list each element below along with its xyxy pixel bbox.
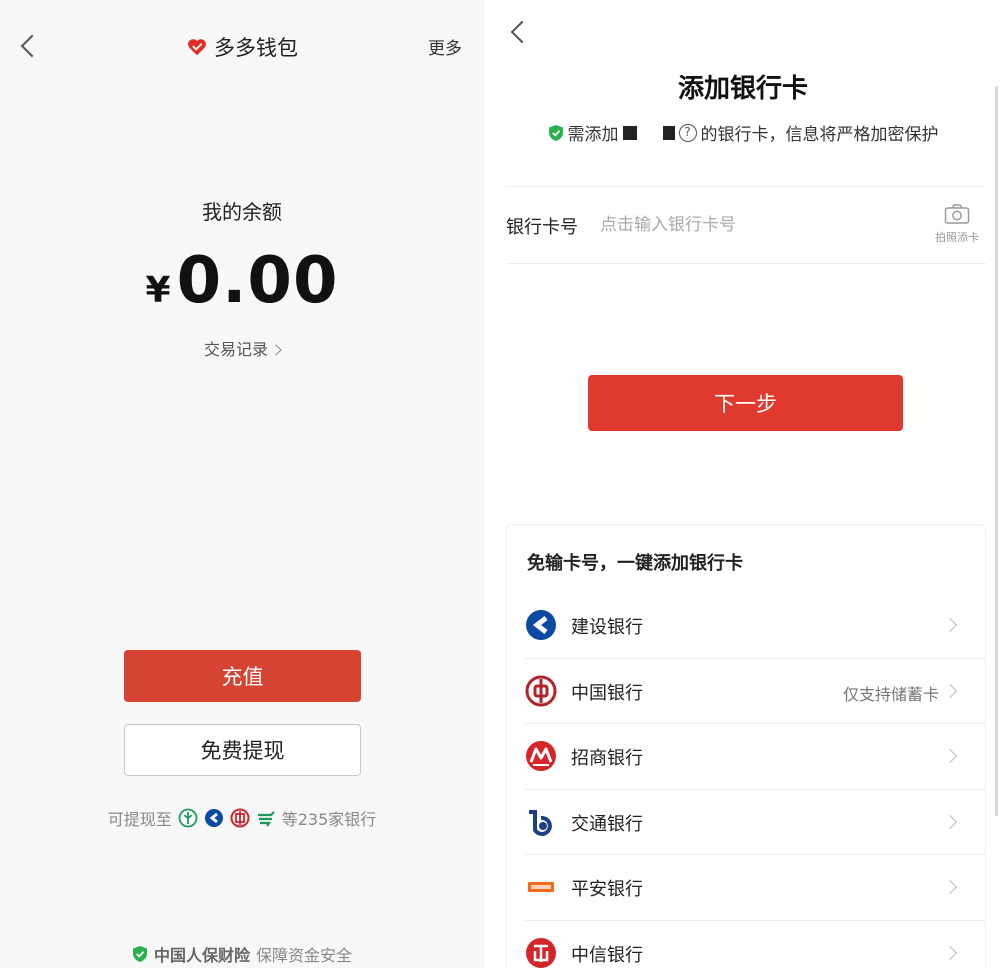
bank-note: 仅支持储蓄卡 xyxy=(842,684,939,704)
wallet-title-text: 多多钱包 xyxy=(214,36,298,60)
page-title: 添加银行卡 xyxy=(677,74,808,104)
bank-item-pingan[interactable]: 平安银行 xyxy=(525,855,985,921)
wallet-screen: 多多钱包 更多 我的余额 ¥ 0.00 交易记录 充值 免费提现 可提现至 等2… xyxy=(0,0,484,968)
bank-list: 建设银行 中国银行 仅支持储蓄卡 招商银行 交通银行 平安银行 中信银行 xyxy=(507,593,985,968)
quick-add-panel: 免输卡号，一键添加银行卡 建设银行 中国银行 仅支持储蓄卡 招商银行 交通银行 … xyxy=(506,524,986,968)
transactions-link-label: 交易记录 xyxy=(203,340,268,359)
redacted-name-block xyxy=(622,125,637,140)
ccb-logo-icon xyxy=(526,610,556,640)
icbc-bank-icon xyxy=(230,808,250,828)
next-button[interactable]: 下一步 xyxy=(588,375,903,431)
pingan-logo-icon xyxy=(528,882,554,892)
quick-add-title: 免输卡号，一键添加银行卡 xyxy=(527,553,743,574)
chevron-right-icon xyxy=(942,748,958,764)
ccb-bank-icon xyxy=(204,809,223,827)
bank-name: 建设银行 xyxy=(571,617,643,638)
chevron-right-icon xyxy=(942,945,958,960)
shield-icon xyxy=(548,124,563,141)
more-button[interactable]: 更多 xyxy=(428,34,462,59)
add-card-screen: 添加银行卡 需添加 ? 的银行卡，信息将严格加密保护 银行卡号 拍照添卡 下一步… xyxy=(500,0,1000,968)
chevron-right-icon xyxy=(270,344,282,356)
wallet-top-bar: 多多钱包 更多 xyxy=(0,18,484,74)
chevron-right-icon xyxy=(942,879,958,895)
heart-logo-icon xyxy=(188,39,206,56)
redacted-name-block xyxy=(662,125,675,140)
cmb-logo-icon xyxy=(526,741,556,771)
balance-value: 0.00 xyxy=(176,244,339,318)
bank-name: 交通银行 xyxy=(571,813,643,835)
photo-add-card-label: 拍照添卡 xyxy=(935,231,979,244)
bocom-logo-icon xyxy=(529,809,552,836)
subtitle-prefix: 需添加 xyxy=(567,125,619,145)
bank-item-cmb[interactable]: 招商银行 xyxy=(525,724,985,790)
balance-amount: ¥ 0.00 xyxy=(0,244,484,318)
bank-item-bocom[interactable]: 交通银行 xyxy=(525,790,985,855)
recharge-button[interactable]: 充值 xyxy=(124,650,361,702)
bank-name: 平安银行 xyxy=(571,879,643,900)
bank-name: 招商银行 xyxy=(571,748,643,769)
transactions-link[interactable]: 交易记录 xyxy=(0,336,484,360)
chevron-right-icon xyxy=(942,683,958,698)
insurance-footer: 中国人保财险 保障资金安全 xyxy=(0,942,484,966)
bank-item-ccb[interactable]: 建设银行 xyxy=(525,593,985,659)
withdraw-banks-suffix: 等235家银行 xyxy=(281,810,377,829)
balance-label: 我的余额 xyxy=(202,200,282,224)
subtitle-suffix: 的银行卡，信息将严格加密保护 xyxy=(700,125,939,145)
wallet-title: 多多钱包 xyxy=(0,32,484,62)
chevron-right-icon xyxy=(942,814,958,829)
withdraw-button[interactable]: 免费提现 xyxy=(124,724,361,776)
insurance-text: 保障资金安全 xyxy=(256,946,353,965)
add-card-subtitle: 需添加 ? 的银行卡，信息将严格加密保护 xyxy=(500,120,986,145)
bank-name: 中国银行 xyxy=(571,682,643,704)
withdraw-banks-info: 可提现至 等235家银行 xyxy=(0,806,484,830)
psbc-bank-icon xyxy=(257,811,275,827)
card-number-label: 银行卡号 xyxy=(506,217,578,238)
card-number-input[interactable] xyxy=(600,209,900,241)
scrollbar[interactable] xyxy=(995,86,998,816)
help-icon[interactable]: ? xyxy=(678,123,697,142)
photo-add-card-button[interactable]: 拍照添卡 xyxy=(930,203,984,245)
insurance-brand: 中国人保财险 xyxy=(153,946,250,965)
withdraw-banks-prefix: 可提现至 xyxy=(107,810,172,829)
camera-icon xyxy=(944,204,970,224)
currency-symbol: ¥ xyxy=(145,270,171,311)
bank-item-citic[interactable]: 中信银行 xyxy=(525,921,985,968)
shield-icon xyxy=(132,946,147,962)
bank-item-boc[interactable]: 中国银行 仅支持储蓄卡 xyxy=(525,659,985,724)
chevron-right-icon xyxy=(942,617,958,633)
card-number-row: 银行卡号 拍照添卡 xyxy=(506,186,986,264)
abc-bank-icon xyxy=(178,808,198,828)
bank-name: 中信银行 xyxy=(571,944,643,966)
citic-logo-icon xyxy=(526,937,556,968)
boc-logo-icon xyxy=(525,675,557,706)
back-icon[interactable] xyxy=(510,20,534,44)
